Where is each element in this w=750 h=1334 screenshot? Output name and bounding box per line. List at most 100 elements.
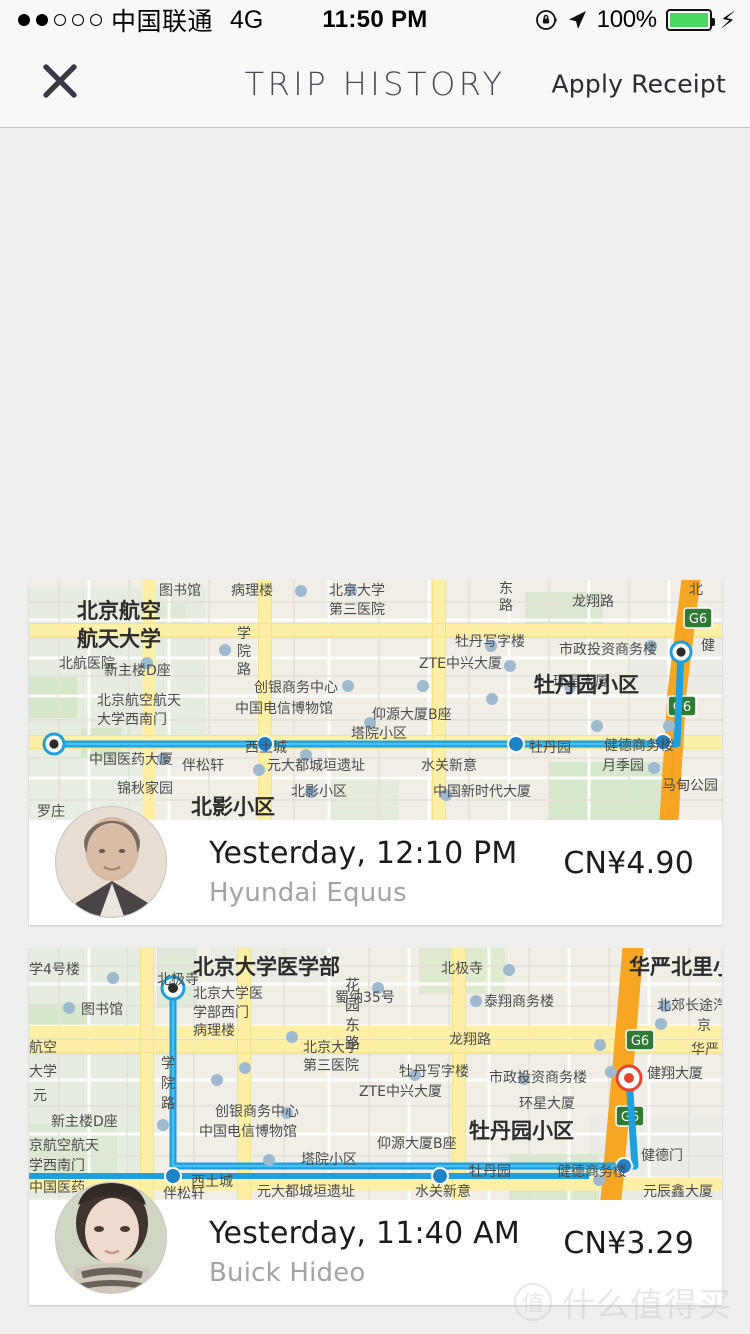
svg-text:塔院小区: 塔院小区 <box>351 726 407 742</box>
svg-text:西土城: 西土城 <box>245 740 287 756</box>
svg-text:新主楼D座: 新主楼D座 <box>104 663 171 679</box>
svg-text:月季园: 月季园 <box>602 758 644 774</box>
svg-text:创银商务中心: 创银商务中心 <box>254 680 338 696</box>
svg-text:北京大学: 北京大学 <box>329 583 385 599</box>
svg-text:图书馆: 图书馆 <box>159 583 201 599</box>
svg-text:学西南门: 学西南门 <box>29 1158 85 1174</box>
svg-text:路: 路 <box>237 662 251 678</box>
svg-text:花: 花 <box>345 976 360 994</box>
trip-card[interactable]: G6 G6 <box>29 948 722 1305</box>
svg-text:园: 园 <box>345 996 360 1014</box>
trip-route-map[interactable]: G6 G6 <box>29 580 722 820</box>
svg-text:牡丹写字楼: 牡丹写字楼 <box>399 1064 469 1080</box>
svg-text:元大都城垣遗址: 元大都城垣遗址 <box>257 1184 355 1200</box>
svg-text:京: 京 <box>697 1018 711 1034</box>
charging-bolt-icon: ⚡ <box>719 6 736 33</box>
svg-text:华严: 华严 <box>691 1042 719 1058</box>
svg-text:病理楼: 病理楼 <box>193 1023 235 1039</box>
rotation-lock-icon <box>535 9 557 31</box>
svg-text:第三医院: 第三医院 <box>329 601 385 618</box>
svg-text:北影小区: 北影小区 <box>291 784 347 800</box>
svg-text:学: 学 <box>161 1056 175 1072</box>
svg-text:中国医药大厦: 中国医药大厦 <box>89 752 173 768</box>
svg-text:健德商务楼: 健德商务楼 <box>604 738 674 754</box>
battery-percent-label: 100% <box>596 6 657 33</box>
svg-text:水关新意: 水关新意 <box>421 757 477 774</box>
avatar <box>55 1182 167 1294</box>
svg-text:京航空航天: 京航空航天 <box>29 1138 99 1154</box>
trip-history-list[interactable]: G6 G6 图书馆 病理楼 北京大学 第三医院 东 路 龙翔路 北航医院 学 院… <box>0 129 750 1334</box>
svg-text:图书馆: 图书馆 <box>81 1002 123 1018</box>
svg-text:健德门: 健德门 <box>641 1148 683 1164</box>
trip-fare: CN¥3.29 <box>563 1226 694 1261</box>
svg-text:锦秋家园: 锦秋家园 <box>117 780 173 797</box>
status-bar: 中国联通 4G 11:50 PM 100% ⚡ <box>0 0 750 40</box>
svg-text:东: 东 <box>345 1016 360 1034</box>
svg-text:新主楼D座: 新主楼D座 <box>51 1114 118 1130</box>
svg-text:北影小区: 北影小区 <box>191 795 275 819</box>
svg-text:元辰鑫大厦: 元辰鑫大厦 <box>643 1183 713 1200</box>
apply-receipt-button[interactable]: Apply Receipt <box>552 69 727 98</box>
svg-text:蜀纳35号: 蜀纳35号 <box>335 990 395 1006</box>
trip-datetime: Yesterday, 12:10 PM <box>209 836 518 871</box>
trip-info-text: Yesterday, 11:40 AM Buick Hideo <box>209 1216 520 1288</box>
svg-text:市政投资商务楼: 市政投资商务楼 <box>559 641 657 658</box>
svg-text:北京航空: 北京航空 <box>77 599 161 623</box>
svg-text:牡丹园: 牡丹园 <box>529 740 571 756</box>
svg-text:元大都城垣遗址: 元大都城垣遗址 <box>267 758 365 774</box>
svg-text:健翔大厦: 健翔大厦 <box>647 1066 703 1082</box>
svg-text:学4号楼: 学4号楼 <box>29 962 80 978</box>
svg-text:院: 院 <box>237 644 251 660</box>
svg-text:环星大厦: 环星大厦 <box>519 1096 575 1112</box>
svg-text:罗庄: 罗庄 <box>37 803 65 820</box>
svg-text:北: 北 <box>689 582 703 598</box>
svg-text:大学西南门: 大学西南门 <box>97 712 167 728</box>
svg-text:泰翔商务楼: 泰翔商务楼 <box>484 994 554 1010</box>
svg-text:龙翔路: 龙翔路 <box>572 594 614 610</box>
svg-text:牡丹写字楼: 牡丹写字楼 <box>455 634 525 650</box>
svg-text:北郊长途汽车: 北郊长途汽车 <box>657 997 722 1014</box>
trip-summary-row[interactable]: Yesterday, 11:40 AM Buick Hideo CN¥3.29 <box>29 1182 722 1305</box>
svg-text:ZTE中兴大厦: ZTE中兴大厦 <box>419 656 502 672</box>
trip-info-text: Yesterday, 12:10 PM Hyundai Equus <box>209 836 517 908</box>
svg-text:中国电信博物馆: 中国电信博物馆 <box>199 1123 297 1140</box>
svg-text:病理楼: 病理楼 <box>231 583 273 599</box>
trip-vehicle: Hyundai Equus <box>209 878 407 908</box>
svg-text:路: 路 <box>499 598 513 614</box>
svg-text:市政投资商务楼: 市政投资商务楼 <box>489 1069 587 1086</box>
battery-icon <box>665 9 715 31</box>
svg-text:院: 院 <box>161 1076 175 1092</box>
trip-fare: CN¥4.90 <box>563 846 694 881</box>
svg-text:学部西门: 学部西门 <box>193 1005 249 1021</box>
svg-text:元: 元 <box>33 1088 47 1104</box>
svg-text:路: 路 <box>161 1096 175 1112</box>
svg-text:伴松轩: 伴松轩 <box>163 1186 205 1200</box>
svg-text:健: 健 <box>701 638 715 654</box>
svg-text:仰源大厦B座: 仰源大厦B座 <box>372 707 452 723</box>
avatar <box>55 806 167 918</box>
svg-text:大学: 大学 <box>29 1064 57 1080</box>
svg-text:第三医院: 第三医院 <box>303 1057 359 1074</box>
trip-vehicle: Buick Hideo <box>209 1258 366 1288</box>
svg-text:航空: 航空 <box>29 1040 57 1056</box>
svg-text:牡丹园小区: 牡丹园小区 <box>534 673 639 697</box>
svg-text:北极寺: 北极寺 <box>441 961 483 977</box>
trip-route-map[interactable]: G6 G6 <box>29 948 722 1200</box>
trip-card[interactable]: G6 G6 <box>29 580 722 925</box>
svg-text:塔院小区: 塔院小区 <box>301 1152 357 1168</box>
location-arrow-icon <box>566 9 588 31</box>
svg-text:G6: G6 <box>689 612 707 627</box>
svg-text:东: 东 <box>499 581 513 597</box>
svg-text:牡丹园: 牡丹园 <box>469 1164 511 1180</box>
svg-text:中国电信博物馆: 中国电信博物馆 <box>235 700 333 717</box>
trip-datetime: Yesterday, 11:40 AM <box>209 1216 520 1251</box>
svg-text:健德商务楼: 健德商务楼 <box>557 1164 627 1180</box>
svg-text:马甸公园: 马甸公园 <box>662 778 718 794</box>
svg-text:航天大学: 航天大学 <box>77 627 161 651</box>
svg-text:仰源大厦B座: 仰源大厦B座 <box>377 1136 457 1152</box>
status-bar-right: 100% ⚡ <box>535 6 736 34</box>
svg-text:水关新意: 水关新意 <box>415 1183 471 1200</box>
trip-summary-row[interactable]: Yesterday, 12:10 PM Hyundai Equus CN¥4.9… <box>29 806 722 925</box>
svg-text:伴松轩: 伴松轩 <box>182 758 224 774</box>
svg-text:ZTE中兴大厦: ZTE中兴大厦 <box>359 1084 442 1100</box>
